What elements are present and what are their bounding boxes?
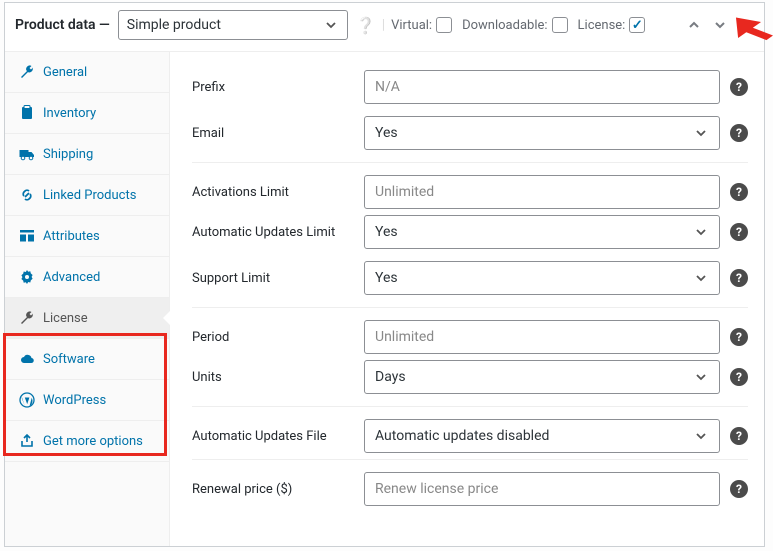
support-value: Yes — [375, 270, 398, 286]
sidebar-item-label: WordPress — [43, 393, 106, 408]
panel-body: General Inventory Shipping Linked Produc… — [5, 52, 764, 546]
sidebar-item-label: Inventory — [43, 106, 96, 121]
link-icon — [19, 187, 35, 203]
help-icon[interactable]: ? — [730, 124, 748, 142]
sidebar-item-label: General — [43, 65, 87, 80]
sidebar-item-more[interactable]: Get more options — [5, 421, 169, 462]
activations-input[interactable]: Unlimited — [364, 175, 720, 209]
product-type-value: Simple product — [127, 17, 323, 33]
chevron-down-icon — [693, 125, 709, 141]
renewal-label: Renewal price ($) — [192, 482, 364, 497]
layout-icon — [19, 228, 35, 244]
auto-updates-select[interactable]: Yes — [364, 215, 720, 249]
chevron-down-icon — [693, 270, 709, 286]
email-label: Email — [192, 126, 364, 141]
downloadable-checkbox[interactable] — [552, 17, 568, 33]
help-icon[interactable]: ? — [730, 78, 748, 96]
sidebar-item-label: Shipping — [43, 147, 93, 162]
separator: | — [382, 17, 385, 33]
sidebar-item-general[interactable]: General — [5, 52, 169, 93]
license-label: License: — [578, 18, 626, 33]
chevron-down-icon — [323, 17, 339, 33]
support-label: Support Limit — [192, 271, 364, 286]
email-select[interactable]: Yes — [364, 116, 720, 150]
activations-label: Activations Limit — [192, 185, 364, 200]
renewal-input[interactable]: Renew license price — [364, 472, 720, 506]
auto-file-select[interactable]: Automatic updates disabled — [364, 419, 720, 453]
sidebar: General Inventory Shipping Linked Produc… — [5, 52, 170, 546]
auto-updates-label: Automatic Updates Limit — [192, 225, 364, 240]
email-value: Yes — [375, 125, 398, 141]
virtual-checkbox[interactable] — [436, 17, 452, 33]
chevron-up-icon[interactable] — [686, 17, 702, 33]
sidebar-item-inventory[interactable]: Inventory — [5, 93, 169, 134]
help-icon[interactable]: ? — [730, 223, 748, 241]
help-icon[interactable]: ? — [730, 183, 748, 201]
help-icon[interactable]: ? — [730, 368, 748, 386]
sidebar-item-label: Software — [43, 352, 95, 367]
units-label: Units — [192, 370, 364, 385]
sidebar-item-attributes[interactable]: Attributes — [5, 216, 169, 257]
sidebar-item-software[interactable]: Software — [5, 339, 169, 380]
sidebar-item-label: Advanced — [43, 270, 100, 285]
sidebar-item-linked[interactable]: Linked Products — [5, 175, 169, 216]
virtual-label: Virtual: — [391, 18, 432, 33]
wrench-icon — [19, 310, 35, 326]
license-panel: Prefix N/A ? Email Yes ? Activations Lim… — [170, 52, 764, 546]
chevron-down-icon — [693, 428, 709, 444]
header-title: Product data — — [15, 17, 110, 33]
sidebar-item-label: Get more options — [43, 434, 143, 449]
support-select[interactable]: Yes — [364, 261, 720, 295]
chevron-down-icon — [693, 369, 709, 385]
help-icon[interactable]: ? — [730, 427, 748, 445]
clipboard-icon — [19, 105, 35, 121]
sidebar-item-license[interactable]: License — [5, 298, 169, 339]
units-value: Days — [375, 369, 406, 385]
help-icon[interactable]: ❔ — [356, 16, 376, 35]
wordpress-icon — [19, 392, 35, 408]
help-icon[interactable]: ? — [730, 480, 748, 498]
prefix-label: Prefix — [192, 80, 364, 95]
period-label: Period — [192, 330, 364, 345]
gear-icon — [19, 269, 35, 285]
sidebar-item-advanced[interactable]: Advanced — [5, 257, 169, 298]
cloud-icon — [19, 351, 35, 367]
help-icon[interactable]: ? — [730, 328, 748, 346]
auto-file-value: Automatic updates disabled — [375, 428, 549, 444]
license-checkbox[interactable]: ✓ — [629, 17, 645, 33]
chevron-down-icon — [693, 224, 709, 240]
product-data-header: Product data — Simple product ❔ | Virtua… — [5, 3, 764, 52]
truck-icon — [19, 146, 35, 162]
auto-file-label: Automatic Updates File — [192, 429, 364, 444]
sidebar-item-label: Attributes — [43, 229, 100, 244]
collapse-icon[interactable] — [738, 17, 754, 33]
auto-updates-value: Yes — [375, 224, 398, 240]
sidebar-item-label: License — [43, 311, 88, 326]
sidebar-item-label: Linked Products — [43, 188, 136, 203]
help-icon[interactable]: ? — [730, 269, 748, 287]
chevron-down-icon[interactable] — [712, 17, 728, 33]
product-type-select[interactable]: Simple product — [118, 10, 348, 40]
downloadable-label: Downloadable: — [462, 18, 547, 33]
sidebar-item-shipping[interactable]: Shipping — [5, 134, 169, 175]
prefix-input[interactable]: N/A — [364, 70, 720, 104]
export-icon — [19, 433, 35, 449]
sidebar-item-wordpress[interactable]: WordPress — [5, 380, 169, 421]
period-input[interactable]: Unlimited — [364, 320, 720, 354]
wrench-icon — [19, 64, 35, 80]
units-select[interactable]: Days — [364, 360, 720, 394]
